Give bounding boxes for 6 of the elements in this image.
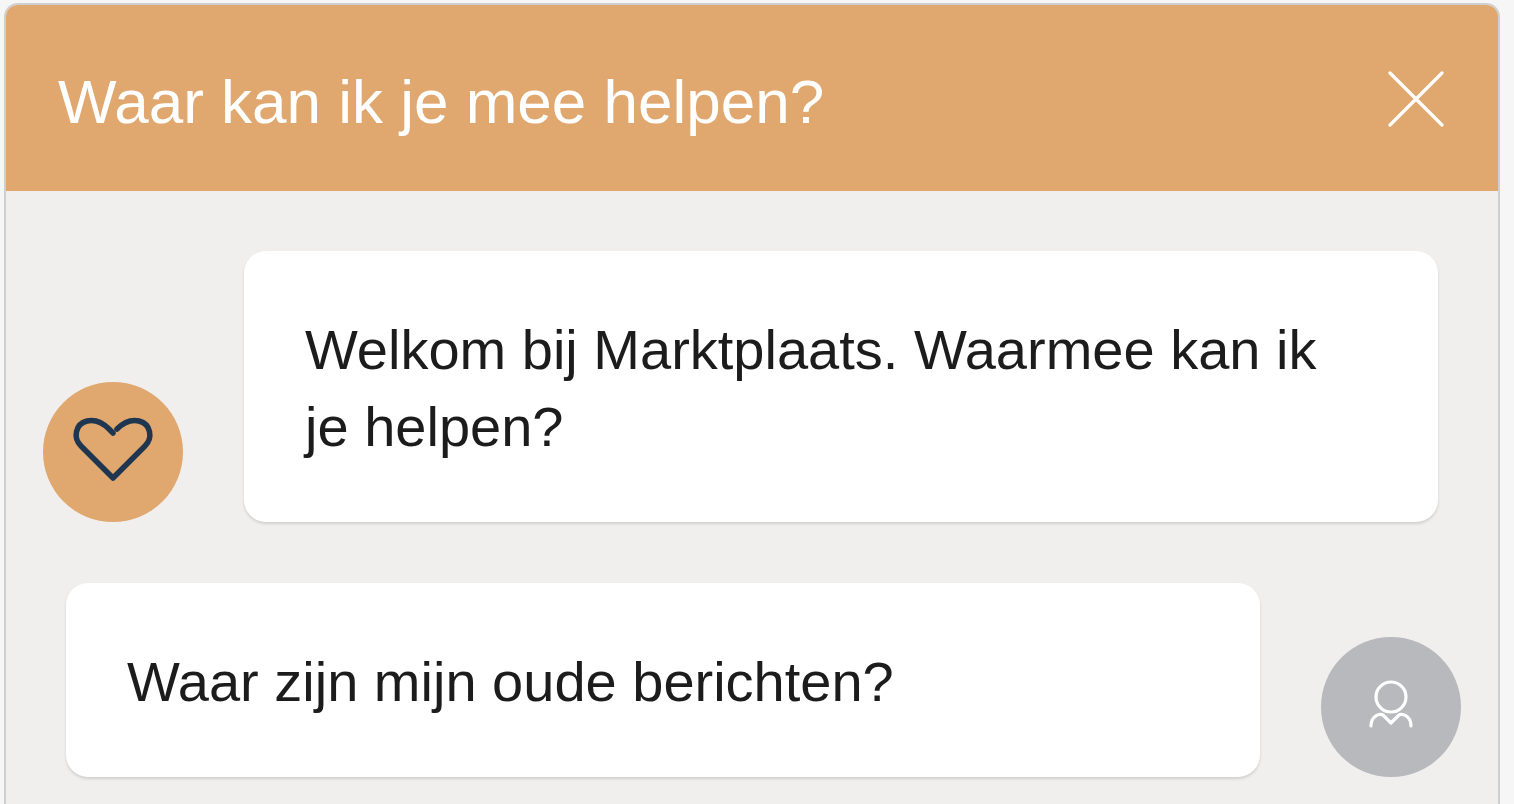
person-avatar-icon	[1321, 637, 1461, 777]
close-button[interactable]	[1388, 71, 1444, 127]
chat-message: Welkom bij Marktplaats. Waarmee kan ik je helpen?	[244, 251, 1438, 522]
heart-avatar-icon	[43, 382, 183, 522]
chat-message: Waar zijn mijn oude berichten?	[66, 583, 1260, 777]
close-icon	[1388, 71, 1444, 127]
